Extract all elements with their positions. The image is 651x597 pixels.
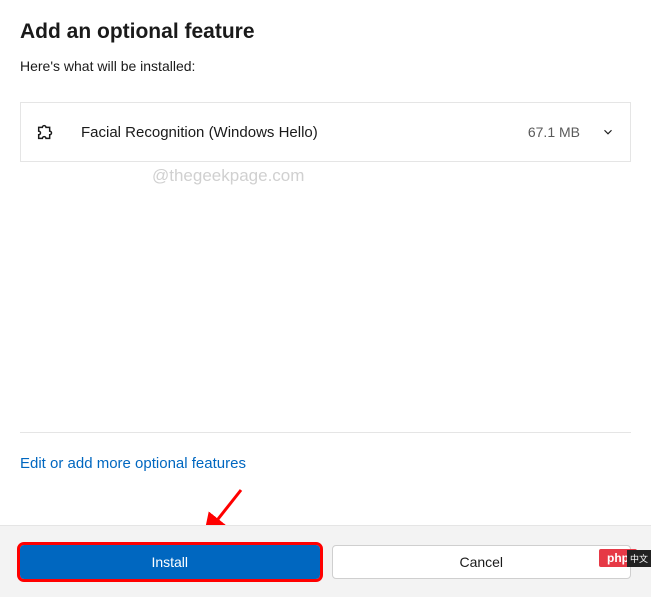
puzzle-icon: [35, 121, 57, 143]
feature-name: Facial Recognition (Windows Hello): [81, 124, 528, 141]
feature-size: 67.1 MB: [528, 124, 580, 140]
feature-row[interactable]: Facial Recognition (Windows Hello) 67.1 …: [20, 103, 631, 162]
page-title: Add an optional feature: [20, 20, 631, 44]
cancel-button[interactable]: Cancel: [332, 545, 632, 579]
watermark-text: @thegeekpage.com: [152, 166, 304, 186]
install-button[interactable]: Install: [20, 545, 320, 579]
chevron-down-icon[interactable]: [600, 124, 616, 140]
install-subtitle: Here's what will be installed:: [20, 58, 631, 74]
button-bar: Install Cancel: [0, 525, 651, 597]
edit-features-link[interactable]: Edit or add more optional features: [20, 455, 246, 472]
feature-list: Facial Recognition (Windows Hello) 67.1 …: [20, 102, 631, 162]
divider: [20, 432, 631, 433]
